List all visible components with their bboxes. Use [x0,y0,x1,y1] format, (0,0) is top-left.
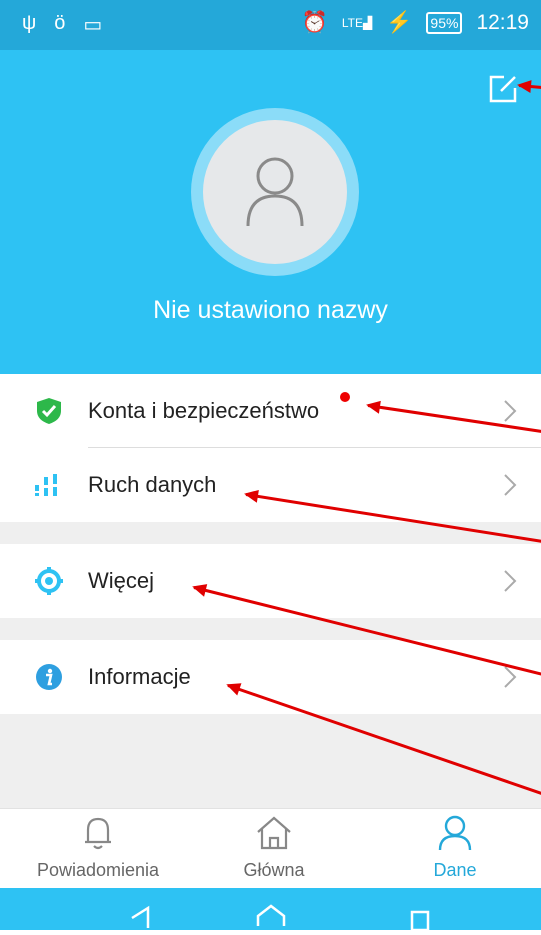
section-gap [0,618,541,640]
tab-label: Powiadomienia [36,860,160,880]
chevron-right-icon [504,570,517,592]
charging-icon: ⚡ [386,11,413,34]
shield-icon [34,396,64,426]
image-icon: ▭ [83,14,103,36]
tab-home[interactable]: Główna [184,815,364,881]
user-icon [246,157,304,227]
clock: 12:19 [476,11,529,34]
menu-list: Konta i bezpieczeństwo Ruch danych Więce… [0,374,541,714]
signal-icon: LTE▟ [341,16,373,30]
chevron-right-icon [504,474,517,496]
tab-notifications[interactable]: Powiadomienia [8,815,188,881]
data-usage-icon [34,470,64,500]
alarm-icon: ⏰ [301,11,328,34]
menu-item-label: Ruch danych [88,472,217,497]
notification-icon: ö [54,12,66,34]
profile-name[interactable]: Nie ustawiono nazwy [0,296,541,325]
bottom-tab-bar: Powiadomienia Główna Dane [0,808,541,889]
tab-label: Główna [243,860,305,880]
home-icon [257,816,291,850]
menu-item-label: Więcej [88,568,155,593]
menu-item-label: Informacje [88,664,191,689]
empty-area [0,714,541,808]
menu-item-data-traffic[interactable]: Ruch danych [0,448,541,522]
home-nav-icon[interactable] [256,904,286,926]
menu-item-information[interactable]: Informacje [0,640,541,714]
profile-header: Nie ustawiono nazwy [0,50,541,374]
section-gap [0,522,541,544]
battery-level: 95% [426,12,463,34]
settings-icon [34,566,64,596]
bell-icon [85,817,111,850]
menu-item-accounts[interactable]: Konta i bezpieczeństwo [0,374,541,448]
annotation-arrow [518,84,541,90]
usb-icon: ψ [22,12,37,34]
menu-item-label: Konta i bezpieczeństwo [88,398,320,423]
notification-badge [340,392,350,402]
tab-profile[interactable]: Dane [365,815,541,881]
tab-label: Dane [433,860,477,880]
user-icon [438,815,472,851]
back-icon[interactable] [131,905,150,928]
system-nav-bar [0,888,541,932]
info-icon [34,662,64,692]
edit-icon[interactable] [488,74,518,104]
recents-icon[interactable] [410,910,430,932]
chevron-right-icon [504,400,517,422]
status-bar: ψ ö ▭ ⏰ LTE▟ ⚡ 95% 12:19 [0,0,541,50]
avatar[interactable] [191,108,359,276]
